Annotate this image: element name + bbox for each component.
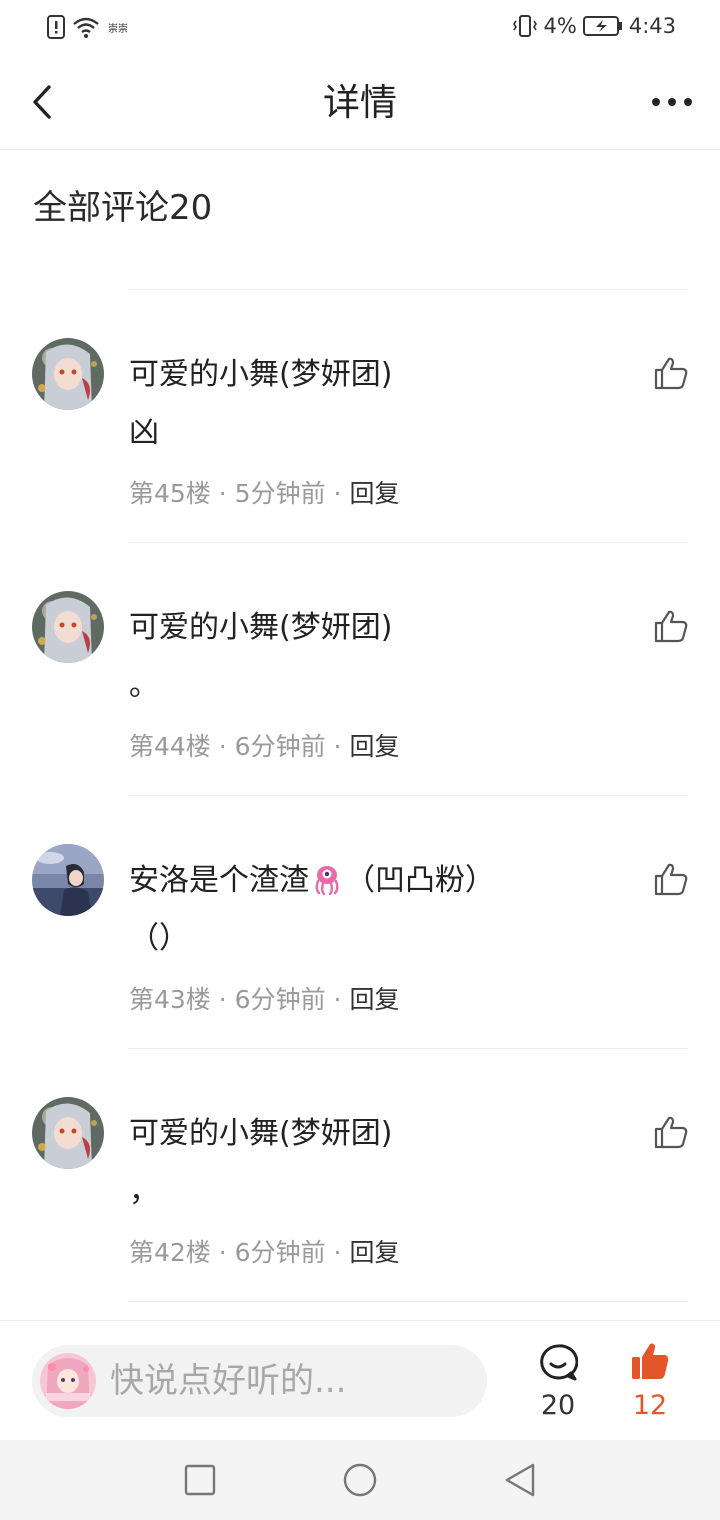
carrier-label: 崇崇 (108, 23, 128, 35)
status-left: 崇崇 (46, 14, 128, 40)
wifi-icon (73, 17, 99, 38)
system-nav-bar (0, 1440, 720, 1520)
reply-button[interactable]: 回复 (349, 1238, 399, 1267)
thumbs-up-filled-icon (632, 1343, 669, 1379)
alert-sim-icon (47, 15, 65, 39)
reply-button[interactable]: 回复 (349, 985, 399, 1014)
comment-floor: 第43楼 (129, 985, 211, 1014)
comment-item[interactable]: 可爱的小舞(梦妍团) 。 第44楼 · 6分钟前 · 回复 (0, 543, 720, 795)
thumbs-up-outline-icon (654, 863, 688, 896)
bottom-action-bar: 快说点好听的... 20 12 (0, 1320, 720, 1440)
comment-meta: 第44楼 · 6分钟前 · 回复 (129, 732, 400, 761)
comment-floor: 第42楼 (129, 1238, 211, 1267)
avatar[interactable] (32, 591, 104, 663)
like-button[interactable] (654, 862, 688, 896)
more-button[interactable] (650, 86, 694, 118)
thumbs-up-outline-icon (654, 357, 688, 390)
comment-time: 6分钟前 (234, 732, 326, 761)
comment-time: 5分钟前 (234, 479, 326, 508)
comment-input-placeholder: 快说点好听的... (110, 1361, 347, 1401)
comment-username[interactable]: 可爱的小舞(梦妍团) (129, 607, 392, 649)
triangle-back-icon (505, 1463, 535, 1497)
more-dots-icon (652, 98, 692, 106)
like-post-button[interactable]: 12 (624, 1341, 676, 1421)
like-button[interactable] (654, 356, 688, 390)
comments-section-title: 全部评论20 (33, 188, 213, 228)
comment-username[interactable]: 可爱的小舞(梦妍团) (129, 354, 392, 396)
comment-meta: 第43楼 · 6分钟前 · 回复 (129, 985, 400, 1014)
like-count: 12 (632, 1390, 668, 1421)
vibrate-icon (512, 15, 537, 37)
battery-charging-icon (582, 16, 622, 36)
square-icon (184, 1464, 216, 1496)
comment-username[interactable]: 可爱的小舞(梦妍团) (129, 1113, 392, 1155)
comment-text: 。 (129, 668, 159, 703)
avatar[interactable] (32, 844, 104, 916)
page-title: 详情 (323, 81, 397, 124)
octopus-emoji-icon (315, 866, 339, 896)
home-button[interactable] (340, 1460, 380, 1500)
reply-button[interactable]: 回复 (349, 732, 399, 761)
comment-list: 可爱的小舞(梦妍团) 凶 第45楼 · 5分钟前 · 回复 可爱的小舞(梦妍团)… (0, 289, 720, 1302)
clock: 4:43 (628, 14, 676, 38)
battery-percent: 4% (543, 14, 577, 38)
status-bar: 崇崇 4% 4:43 (0, 0, 720, 56)
thumbs-up-outline-icon (654, 610, 688, 643)
header: 详情 (0, 56, 720, 150)
comment-item[interactable]: 可爱的小舞(梦妍团) ， 第42楼 · 6分钟前 · 回复 (0, 1049, 720, 1301)
comment-text: ， (129, 1174, 159, 1209)
my-avatar (40, 1353, 96, 1409)
comment-count: 20 (540, 1390, 576, 1421)
avatar[interactable] (32, 338, 104, 410)
comment-floor: 第45楼 (129, 479, 211, 508)
thumbs-up-outline-icon (654, 1116, 688, 1149)
comment-time: 6分钟前 (234, 985, 326, 1014)
comment-username[interactable]: 安洛是个渣渣 （凹凸粉） (129, 860, 495, 902)
circle-icon (343, 1463, 377, 1497)
back-nav-button[interactable] (500, 1460, 540, 1500)
comment-item[interactable]: 可爱的小舞(梦妍团) 凶 第45楼 · 5分钟前 · 回复 (0, 290, 720, 542)
recents-button[interactable] (180, 1460, 220, 1500)
comment-input[interactable]: 快说点好听的... (32, 1345, 487, 1417)
avatar[interactable] (32, 1097, 104, 1169)
status-right: 4% 4:43 (512, 14, 676, 38)
like-button[interactable] (654, 1115, 688, 1149)
comment-meta: 第42楼 · 6分钟前 · 回复 (129, 1238, 400, 1267)
comment-text: （） (129, 921, 189, 956)
divider (128, 1301, 688, 1302)
like-button[interactable] (654, 609, 688, 643)
comment-item[interactable]: 安洛是个渣渣 （凹凸粉） （） 第43楼 · 6分钟前 · 回复 (0, 796, 720, 1048)
comment-meta: 第45楼 · 5分钟前 · 回复 (129, 479, 400, 508)
comment-floor: 第44楼 (129, 732, 211, 761)
comment-bubble-icon (540, 1344, 579, 1381)
reply-button[interactable]: 回复 (349, 479, 399, 508)
comment-time: 6分钟前 (234, 1238, 326, 1267)
comments-button[interactable]: 20 (532, 1343, 584, 1423)
comment-text: 凶 (129, 415, 159, 450)
